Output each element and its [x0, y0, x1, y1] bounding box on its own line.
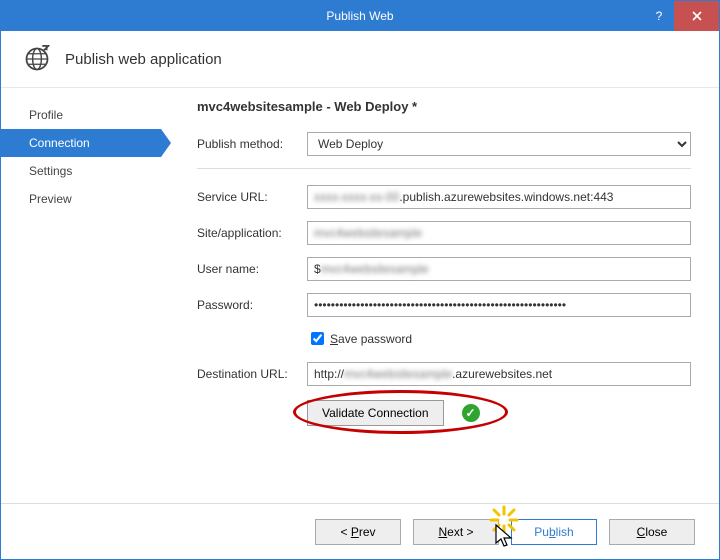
- destination-url-label: Destination URL:: [197, 367, 307, 381]
- site-app-label: Site/application:: [197, 226, 307, 240]
- save-password-label[interactable]: Save password: [330, 332, 412, 346]
- password-input[interactable]: [307, 293, 691, 317]
- save-password-checkbox[interactable]: [311, 332, 324, 345]
- publish-method-label: Publish method:: [197, 137, 307, 151]
- password-label: Password:: [197, 298, 307, 312]
- header-title: Publish web application: [65, 51, 222, 68]
- window-controls: ?: [644, 1, 719, 31]
- validation-success-icon: ✓: [462, 404, 480, 422]
- save-password-row: Save password: [307, 329, 691, 348]
- titlebar: Publish Web ?: [1, 1, 719, 31]
- wizard-sidebar: Profile Connection Settings Preview: [1, 85, 161, 503]
- close-icon: [692, 11, 702, 21]
- username-label: User name:: [197, 262, 307, 276]
- publish-method-select[interactable]: Web Deploy: [307, 132, 691, 156]
- publish-button[interactable]: Publish: [511, 519, 597, 545]
- help-button[interactable]: ?: [644, 1, 674, 31]
- window-title: Publish Web: [326, 9, 393, 23]
- destination-url-input[interactable]: http://mvc4websitesample.azurewebsites.n…: [307, 362, 691, 386]
- divider: [197, 168, 691, 169]
- profile-title: mvc4websitesample - Web Deploy *: [197, 99, 691, 114]
- dialog-footer: < Prev Next > Publish Close: [1, 503, 719, 559]
- dialog-header: Publish web application: [1, 31, 719, 88]
- sidebar-item-profile[interactable]: Profile: [1, 101, 161, 129]
- sidebar-item-preview[interactable]: Preview: [1, 185, 161, 213]
- dialog-window: Publish Web ? Publish web application Pr…: [0, 0, 720, 560]
- sidebar-item-connection[interactable]: Connection: [1, 129, 161, 157]
- globe-icon: [23, 45, 51, 73]
- username-input[interactable]: $mvc4websitesample: [307, 257, 691, 281]
- prev-button[interactable]: < Prev: [315, 519, 401, 545]
- site-app-input[interactable]: mvc4websitesample: [307, 221, 691, 245]
- service-url-label: Service URL:: [197, 190, 307, 204]
- close-button[interactable]: Close: [609, 519, 695, 545]
- close-window-button[interactable]: [674, 1, 719, 31]
- service-url-input[interactable]: xxxx-xxxx-xx-00.publish.azurewebsites.wi…: [307, 185, 691, 209]
- next-button[interactable]: Next >: [413, 519, 499, 545]
- validate-connection-button[interactable]: Validate Connection: [307, 400, 444, 426]
- sidebar-item-settings[interactable]: Settings: [1, 157, 161, 185]
- wizard-content: mvc4websitesample - Web Deploy * Publish…: [161, 85, 719, 503]
